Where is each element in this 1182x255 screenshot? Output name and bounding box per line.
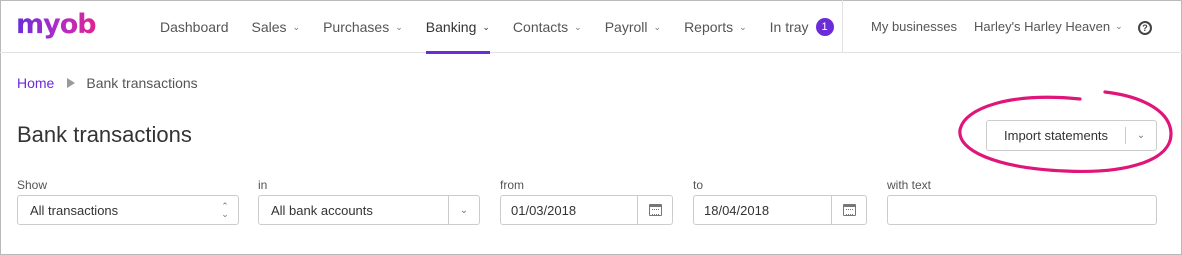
with-text-input[interactable] <box>887 195 1157 225</box>
my-businesses-link[interactable]: My businesses <box>871 0 957 53</box>
import-statements-button[interactable]: Import statements ⌄ <box>986 120 1157 151</box>
from-calendar-button[interactable] <box>637 196 672 224</box>
show-filter-label: Show <box>17 178 48 192</box>
nav-reports-label: Reports <box>684 18 734 35</box>
in-filter-label: in <box>258 178 268 192</box>
nav-sales-label: Sales <box>251 18 287 35</box>
nav-dashboard[interactable]: Dashboard <box>160 0 229 53</box>
chevron-down-icon: ⌄ <box>653 22 662 32</box>
calendar-icon <box>648 204 662 216</box>
nav-payroll[interactable]: Payroll ⌄ <box>605 0 661 53</box>
nav-in-tray[interactable]: In tray 1 <box>770 0 834 53</box>
nav-contacts-label: Contacts <box>512 18 569 35</box>
nav-in-tray-label: In tray <box>769 18 809 35</box>
chevron-down-icon[interactable]: ⌄ <box>1126 130 1156 141</box>
to-date-value: 18/04/2018 <box>704 202 770 218</box>
chevron-down-icon: ⌄ <box>739 22 747 32</box>
breadcrumb-separator-icon <box>67 78 76 88</box>
chevron-down-icon[interactable]: ⌄ <box>448 196 479 224</box>
nav-banking-label: Banking <box>425 18 477 35</box>
nav-reports[interactable]: Reports ⌄ <box>684 0 747 53</box>
chevron-down-icon: ⌄ <box>574 22 582 32</box>
updown-chevron-icon: ⌃ ⌄ <box>221 201 229 219</box>
show-select[interactable]: All transactions ⌃ ⌄ <box>17 195 239 225</box>
page-title: Bank transactions <box>17 122 192 147</box>
nav-purchases[interactable]: Purchases ⌄ <box>323 0 403 53</box>
chevron-down-icon: ⌄ <box>292 22 301 32</box>
from-date-input[interactable]: 01/03/2018 <box>500 195 673 225</box>
in-tray-count-badge: 1 <box>815 17 834 36</box>
chevron-down-icon: ⌄ <box>395 22 403 32</box>
to-date-label: to <box>693 178 704 192</box>
nav-payroll-label: Payroll <box>604 18 648 35</box>
nav-banking[interactable]: Banking ⌄ <box>425 0 491 54</box>
to-calendar-button[interactable] <box>831 196 866 224</box>
myob-logo[interactable]: myob <box>16 9 97 40</box>
calendar-icon <box>842 204 856 216</box>
from-date-label: from <box>500 178 524 192</box>
question-circle-icon[interactable]: ? <box>1138 21 1152 35</box>
to-date-input[interactable]: 18/04/2018 <box>693 195 867 225</box>
with-text-label: with text <box>887 178 932 192</box>
chevron-down-icon: ⌄ <box>482 22 490 32</box>
my-businesses-label: My businesses <box>871 19 957 34</box>
import-statements-label: Import statements <box>1004 128 1109 143</box>
top-navigation: myob Dashboard Sales ⌄ Purchases ⌄ Banki… <box>0 0 1182 54</box>
nav-purchases-label: Purchases <box>323 18 390 35</box>
from-date-value: 01/03/2018 <box>511 202 577 218</box>
breadcrumb: Home Bank transactions <box>17 75 198 91</box>
nav-dashboard-label: Dashboard <box>160 18 229 35</box>
nav-contacts[interactable]: Contacts ⌄ <box>513 0 582 53</box>
breadcrumb-current: Bank transactions <box>86 75 198 91</box>
business-switcher[interactable]: Harley's Harley Heaven ⌄ <box>974 0 1123 53</box>
nav-divider <box>842 0 843 53</box>
breadcrumb-home-link[interactable]: Home <box>17 75 54 91</box>
chevron-down-icon: ⌄ <box>1115 21 1123 31</box>
main-nav: Dashboard Sales ⌄ Purchases ⌄ Banking ⌄ … <box>160 0 857 54</box>
business-name-label: Harley's Harley Heaven <box>974 19 1111 34</box>
bank-account-combobox[interactable]: All bank accounts ⌄ <box>258 195 480 225</box>
show-select-value: All transactions <box>30 202 119 218</box>
bank-account-value: All bank accounts <box>271 202 373 218</box>
nav-sales[interactable]: Sales ⌄ <box>252 0 301 53</box>
